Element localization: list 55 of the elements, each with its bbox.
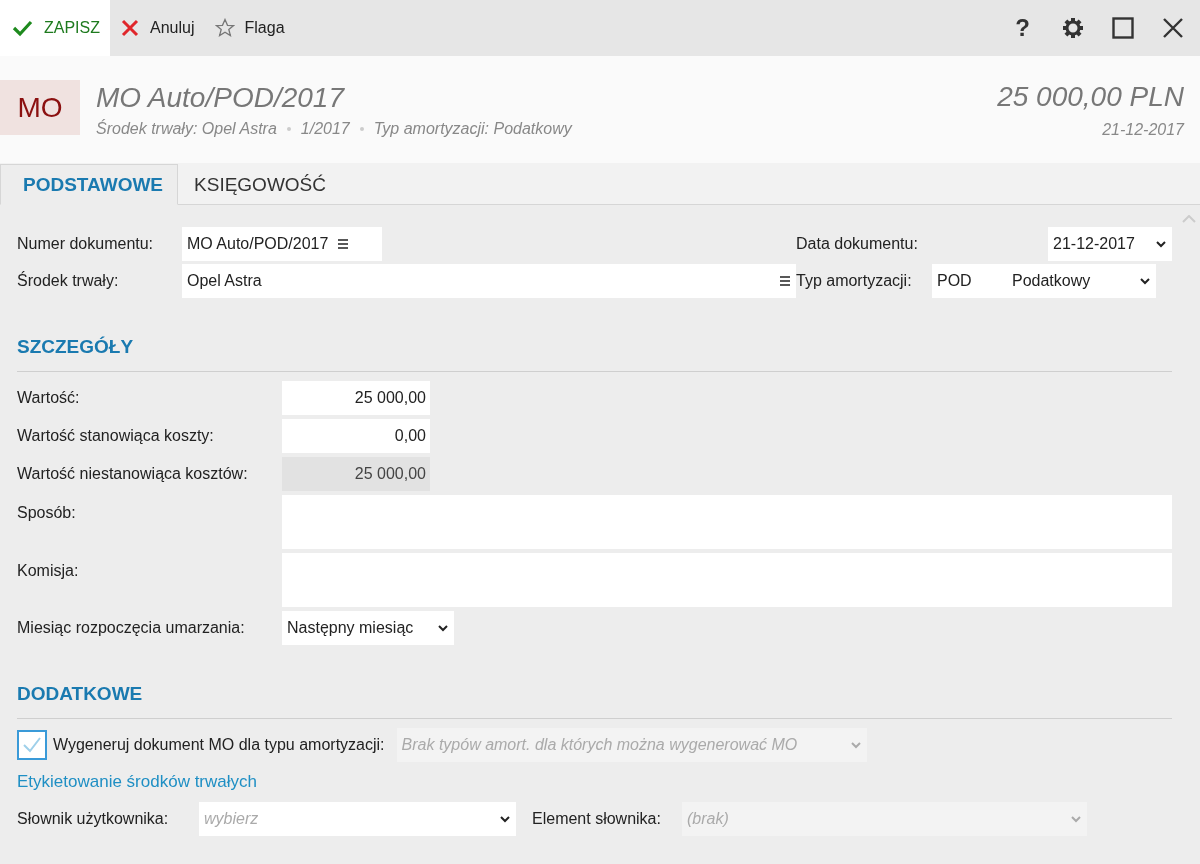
field-label: Numer dokumentu: xyxy=(17,235,155,253)
settings-icon[interactable] xyxy=(1062,17,1084,39)
dropdown[interactable]: POD Podatkowy xyxy=(932,264,1156,298)
dropdown[interactable]: 21-12-2017 xyxy=(1048,227,1172,261)
separator-dot xyxy=(286,126,291,131)
document-date: 21-12-2017 xyxy=(1101,120,1184,139)
caret-icon xyxy=(438,624,448,632)
field-label: Miesiąc rozpoczęcia umarzania: xyxy=(17,619,246,637)
field-label: Komisja: xyxy=(17,561,80,580)
input-field[interactable]: 25 000,00 xyxy=(282,381,430,415)
subtitle-text: 1/2017 xyxy=(300,119,350,138)
list-icon xyxy=(338,239,349,249)
caret-icon xyxy=(1156,240,1166,248)
caret-icon xyxy=(500,815,510,823)
checkbox-label: Wygeneruj dokument MO dla typu amortyzacji: xyxy=(53,736,385,754)
input-field[interactable]: 0,00 xyxy=(282,419,430,453)
tab[interactable]: KSIĘGOWOŚĆ xyxy=(178,164,342,205)
subtitle-text: Typ amortyzacji: Podatkowy xyxy=(373,119,572,138)
close-icon[interactable] xyxy=(1162,17,1184,39)
field-label: Data dokumentu: xyxy=(796,235,919,253)
maximize-icon[interactable] xyxy=(1112,17,1134,39)
input-field: 25 000,00 xyxy=(282,457,430,491)
input-field[interactable]: Opel Astra xyxy=(182,264,796,298)
caret-icon xyxy=(850,741,861,749)
list-icon xyxy=(780,276,790,286)
document-amount: 25 000,00 PLN xyxy=(997,80,1184,113)
input-field[interactable]: MO Auto/POD/2017 xyxy=(182,227,382,261)
caret-icon xyxy=(1140,277,1150,285)
field-label: Środek trwały: xyxy=(17,272,120,290)
dropdown[interactable]: Następny miesiąc xyxy=(282,611,454,645)
help-button[interactable]: ? xyxy=(1011,14,1034,42)
checkbox[interactable] xyxy=(17,730,47,760)
field-label: Wartość niestanowiąca kosztów: xyxy=(17,465,249,483)
section-heading: DODATKOWE xyxy=(17,683,144,706)
cross-icon xyxy=(120,18,140,38)
subtitle-text: Środek trwały: Opel Astra xyxy=(96,119,277,138)
field-label: Typ amortyzacji: xyxy=(796,272,913,290)
check-icon xyxy=(22,735,42,755)
field-label: Element słownika: xyxy=(532,810,662,828)
caret-icon xyxy=(1071,815,1081,823)
save-button[interactable]: ZAPISZ xyxy=(0,0,110,56)
star-icon xyxy=(214,18,235,38)
field-label: Wartość: xyxy=(17,389,81,407)
field-label: Wartość stanowiąca koszty: xyxy=(17,427,215,445)
scroll-up-icon xyxy=(1182,215,1196,223)
field-label: Słownik użytkownika: xyxy=(17,810,170,828)
separator-dot xyxy=(359,126,364,131)
check-icon xyxy=(12,18,34,38)
flag-button[interactable]: Flaga xyxy=(204,0,295,56)
document-type-badge: MO xyxy=(0,80,80,135)
section-heading: SZCZEGÓŁY xyxy=(17,336,135,359)
tab[interactable]: PODSTAWOWE xyxy=(0,164,179,205)
field-label: Sposób: xyxy=(17,503,77,522)
cancel-button[interactable]: Anuluj xyxy=(110,0,205,56)
document-title: MO Auto/POD/2017 xyxy=(96,81,346,114)
